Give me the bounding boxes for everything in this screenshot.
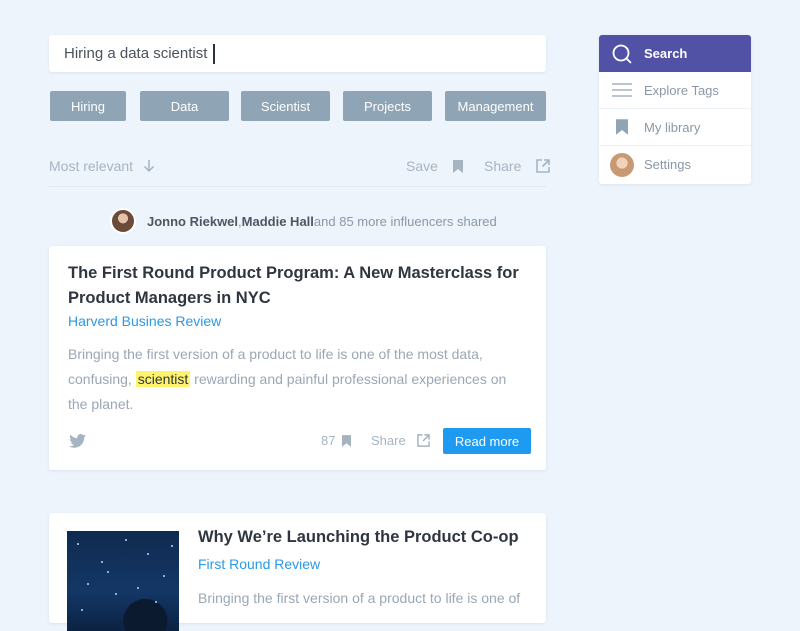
search-icon	[599, 43, 644, 65]
twitter-icon[interactable]	[69, 434, 86, 448]
article-description: Bringing the first version of a product …	[68, 342, 528, 417]
search-input-value: Hiring a data scientist	[64, 45, 208, 62]
bookmark-icon	[452, 159, 463, 173]
influencer-name-1[interactable]: Jonno Riekwel	[147, 214, 238, 229]
read-more-button[interactable]: Read more	[443, 428, 531, 454]
tag-chip-data[interactable]: Data	[140, 91, 229, 121]
article-description: Bringing the first version of a product …	[198, 590, 521, 606]
share-button[interactable]: Share	[371, 427, 430, 454]
article-thumbnail[interactable]	[67, 531, 179, 631]
bookmark-icon	[342, 434, 352, 447]
article-card: Why We’re Launching the Product Co-op Fi…	[49, 513, 546, 631]
sidebar-item-label: My library	[644, 119, 701, 135]
sort-label: Most relevant	[49, 158, 134, 174]
highlighted-keyword: scientist	[135, 371, 191, 387]
read-more-label: Read more	[454, 433, 520, 449]
divider	[49, 186, 546, 187]
share-search-button[interactable]: Share	[484, 158, 551, 174]
sidebar-item-my-library[interactable]: My library	[599, 109, 751, 146]
sort-dropdown[interactable]: Most relevant	[49, 158, 155, 174]
tag-chip-scientist[interactable]: Scientist	[241, 91, 330, 121]
tag-label: Management	[457, 98, 534, 114]
menu-icon	[599, 83, 644, 97]
sidebar-nav: Search Explore Tags My library Settings	[599, 35, 751, 184]
sidebar-item-search[interactable]: Search	[599, 35, 751, 72]
article-title[interactable]: The First Round Product Program: A New M…	[68, 261, 528, 311]
share-label: Share	[484, 158, 522, 174]
article-source[interactable]: First Round Review	[198, 556, 320, 572]
tag-label: Hiring	[71, 98, 105, 114]
save-label: Save	[406, 158, 438, 174]
bookmark-icon	[599, 119, 644, 135]
share-label: Share	[371, 433, 406, 448]
avatar[interactable]	[110, 208, 136, 234]
article-card: The First Round Product Program: A New M…	[49, 246, 546, 470]
influencer-name-2[interactable]: Maddie Hall	[242, 214, 314, 229]
text-caret	[213, 43, 215, 64]
external-link-icon	[536, 159, 551, 173]
external-link-icon	[416, 434, 430, 447]
card-footer: 87 Share Read more	[68, 427, 531, 454]
save-count: 87	[321, 433, 336, 448]
tag-chip-projects[interactable]: Projects	[343, 91, 432, 121]
article-source[interactable]: Harverd Busines Review	[68, 313, 221, 329]
results-toolbar: Most relevant Save Share	[49, 155, 551, 179]
tag-chip-hiring[interactable]: Hiring	[50, 91, 126, 121]
tag-label: Data	[170, 98, 199, 114]
shared-by-line: Jonno Riekwel, Maddie Hall and 85 more i…	[110, 208, 497, 234]
save-search-button[interactable]: Save	[406, 158, 463, 174]
sidebar-item-label: Settings	[644, 157, 691, 172]
save-count-button[interactable]: 87	[321, 427, 352, 454]
arrow-down-icon	[144, 160, 155, 173]
tag-chip-management[interactable]: Management	[445, 91, 546, 121]
tag-label: Projects	[364, 98, 411, 114]
article-title[interactable]: Why We’re Launching the Product Co-op	[198, 528, 519, 547]
search-input[interactable]: Hiring a data scientist	[49, 35, 546, 72]
sidebar-item-label: Search	[644, 46, 688, 61]
tag-label: Scientist	[260, 98, 311, 114]
sidebar-item-settings[interactable]: Settings	[599, 146, 751, 183]
sidebar-item-label: Explore Tags	[644, 82, 719, 98]
shared-count-text: and 85 more influencers shared	[313, 213, 497, 229]
sidebar-item-explore-tags[interactable]: Explore Tags	[599, 72, 751, 109]
avatar	[609, 152, 634, 177]
